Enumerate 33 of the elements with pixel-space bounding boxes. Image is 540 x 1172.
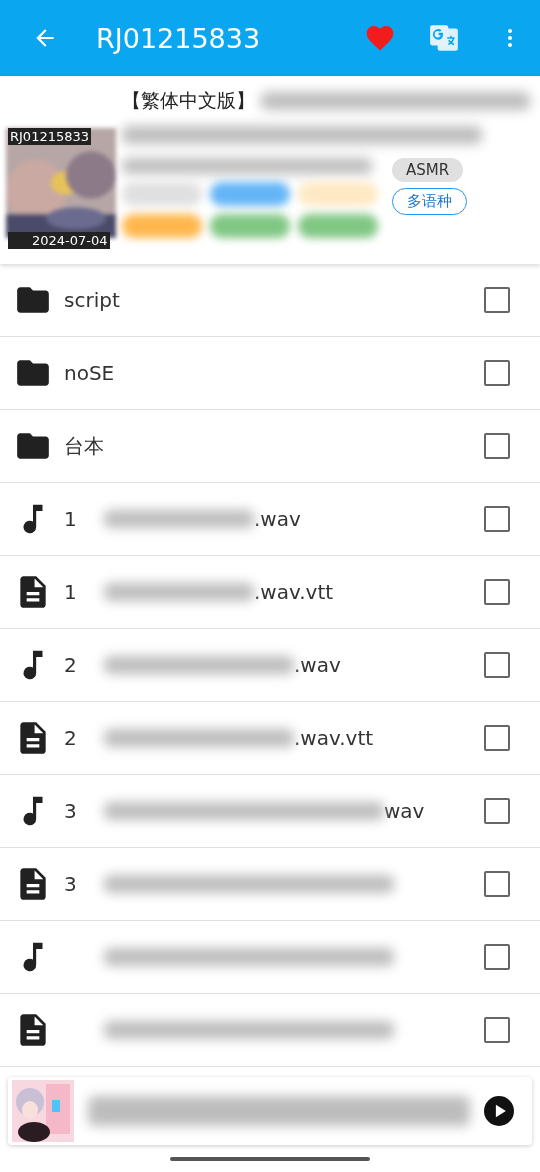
checkbox[interactable] [484,579,510,605]
track-number: 3 [64,872,78,896]
checkbox[interactable] [484,360,510,386]
file-name: .wav [254,507,301,531]
checkbox[interactable] [484,725,510,751]
file-name: wav [384,799,425,823]
track-number: 2 [64,726,78,750]
file-name: .wav.vtt [254,580,334,604]
checkbox[interactable] [484,1017,510,1043]
home-indicator[interactable] [170,1156,370,1161]
track-number: 1 [64,507,78,531]
folder-name: script [64,288,120,312]
file-name: .wav.vtt [294,726,374,750]
page-title: RJ01215833 [96,22,262,54]
folder-name: noSE [64,361,115,385]
track-number: 2 [64,653,78,677]
track-number: 1 [64,580,78,604]
checkbox[interactable] [484,944,510,970]
release-date: 2024-07-04 [8,232,110,249]
work-code: RJ01215833 [8,128,92,145]
work-title: 【繁体中文版】 [122,88,255,113]
checkbox[interactable] [484,433,510,459]
work-card[interactable]: RJ01215833 2024-07-04 【繁体中文版】 ASMR 多语种 [0,76,540,264]
checkbox[interactable] [484,871,510,897]
checkbox[interactable] [484,287,510,313]
tag[interactable]: ASMR [392,158,464,182]
file-name: .wav [294,653,341,677]
checkbox[interactable] [484,506,510,532]
folder-name: 台本 [64,432,104,460]
checkbox[interactable] [484,652,510,678]
checkbox[interactable] [484,798,510,824]
track-number: 3 [64,799,78,823]
play-icon[interactable] [484,1096,514,1126]
